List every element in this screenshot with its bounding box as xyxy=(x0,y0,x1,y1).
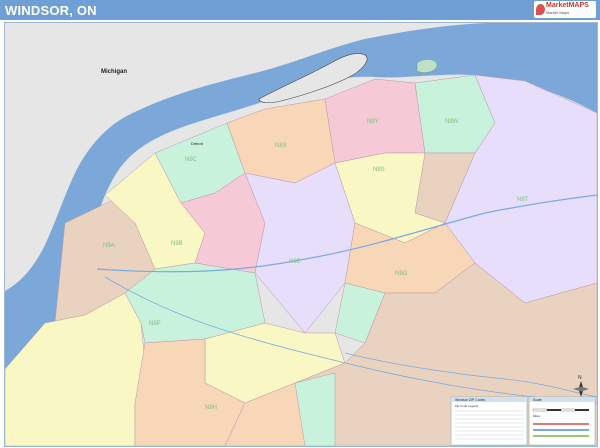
postal-label: N8P xyxy=(149,321,161,327)
compass-label: N xyxy=(578,375,582,381)
pin-icon xyxy=(536,4,545,15)
map-svg: Michigan Detroit N9A N9B N9C N8X N8Y N8W… xyxy=(5,23,597,446)
postal-label: N9C xyxy=(185,157,198,163)
postal-label: N8S xyxy=(373,167,385,173)
poi-label: Detroit xyxy=(191,141,204,146)
postal-label: N9H xyxy=(205,405,217,411)
scale-units: Miles xyxy=(533,414,541,418)
legend-subtitle: Zip Code Legend xyxy=(455,404,478,408)
map-canvas[interactable]: Michigan Detroit N9A N9B N9C N8X N8Y N8W… xyxy=(4,22,598,447)
legend-title: Windsor ZIP Codes xyxy=(455,398,486,402)
postal-label: N8T xyxy=(517,197,529,203)
postal-label: N8X xyxy=(275,143,287,149)
brand-logo[interactable]: MarketMAPS Market Maps xyxy=(534,1,596,18)
water-label: Michigan xyxy=(101,69,127,75)
zip-legend: Windsor ZIP Codes Zip Code Legend xyxy=(450,396,528,446)
logo-text: MarketMAPS xyxy=(546,2,589,9)
postal-label: N9E xyxy=(289,259,301,265)
title-bar: WINDSOR, ON MarketMAPS Market Maps xyxy=(0,0,600,20)
postal-label: N8Y xyxy=(367,119,379,125)
postal-label: N9A xyxy=(103,243,115,249)
scale-box: Scale Miles xyxy=(528,396,596,446)
logo-subtext: Market Maps xyxy=(546,10,570,15)
postal-label: N9G xyxy=(395,271,408,277)
map-page: WINDSOR, ON MarketMAPS Market Maps Michi… xyxy=(0,0,600,448)
scale-title: Scale xyxy=(533,398,542,402)
postal-label: N9B xyxy=(171,241,183,247)
map-title: WINDSOR, ON xyxy=(5,3,97,18)
postal-label: N8W xyxy=(445,119,459,125)
